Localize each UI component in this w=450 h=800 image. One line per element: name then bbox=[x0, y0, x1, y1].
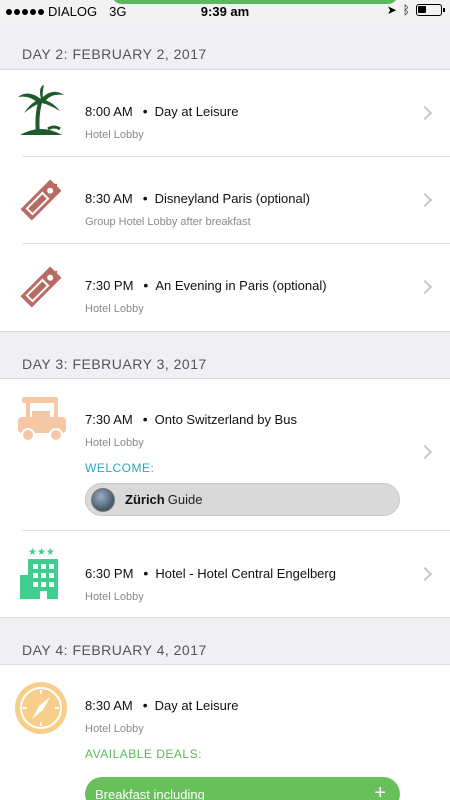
item-title: Onto Switzerland by Bus bbox=[154, 411, 297, 427]
cart-vehicle-icon bbox=[14, 395, 68, 451]
day-header: DAY 2: FEBRUARY 2, 2017 bbox=[0, 22, 450, 70]
itinerary-item[interactable]: ★★★ 6:30 PM • Hotel - Hotel Central Enge… bbox=[0, 531, 450, 617]
item-location: Group Hotel Lobby after breakfast bbox=[85, 216, 251, 228]
hotel-building-icon: ★★★ bbox=[14, 545, 68, 601]
item-title: Day at Leisure bbox=[154, 103, 239, 119]
deal-label: Breakfast including bbox=[95, 786, 205, 800]
bullet: • bbox=[143, 565, 149, 581]
item-time: 8:30 AM bbox=[85, 190, 133, 206]
item-title: An Evening in Paris (optional) bbox=[155, 277, 327, 293]
itinerary-item[interactable]: 8:30 AM • Day at Leisure Hotel Lobby AVA… bbox=[0, 665, 450, 800]
status-time: 9:39 am bbox=[200, 4, 250, 19]
item-location: Hotel Lobby bbox=[85, 129, 144, 141]
svg-text:★★★: ★★★ bbox=[28, 547, 55, 558]
item-time: 8:30 AM bbox=[85, 697, 133, 713]
bullet: • bbox=[142, 411, 148, 427]
plus-icon[interactable]: + bbox=[374, 782, 386, 800]
item-time: 6:30 PM bbox=[85, 565, 134, 581]
price-tag-icon bbox=[14, 260, 68, 316]
day-header: DAY 3: FEBRUARY 3, 2017 bbox=[0, 331, 450, 379]
available-deals-label: AVAILABLE DEALS: bbox=[85, 747, 202, 761]
item-headline: 8:00 AM • Day at Leisure bbox=[85, 103, 450, 119]
item-title: Day at Leisure bbox=[154, 697, 239, 713]
status-right: ➤ ᛒ bbox=[386, 3, 445, 17]
itinerary-item[interactable]: 8:30 AM • Disneyland Paris (optional) Gr… bbox=[0, 157, 450, 244]
battery-icon bbox=[416, 4, 445, 16]
bullet: • bbox=[142, 190, 148, 206]
guide-city-name: Zürich bbox=[125, 492, 165, 507]
item-location: Hotel Lobby bbox=[85, 437, 144, 449]
compass-icon bbox=[14, 681, 68, 737]
item-time: 8:00 AM bbox=[85, 103, 133, 119]
palm-tree-icon bbox=[14, 85, 68, 141]
item-headline: 7:30 AM • Onto Switzerland by Bus bbox=[85, 411, 450, 427]
item-title: Hotel - Hotel Central Engelberg bbox=[155, 565, 336, 581]
guide-avatar bbox=[91, 487, 115, 512]
item-time: 7:30 PM bbox=[85, 277, 134, 293]
item-title: Disneyland Paris (optional) bbox=[154, 190, 310, 206]
status-bar: DIALOG 3G 9:39 am ➤ ᛒ bbox=[0, 0, 450, 22]
bullet: • bbox=[142, 697, 148, 713]
item-location: Hotel Lobby bbox=[85, 723, 144, 735]
item-headline: 8:30 AM • Disneyland Paris (optional) bbox=[85, 190, 450, 206]
item-time: 7:30 AM bbox=[85, 411, 133, 427]
day-header: DAY 4: FEBRUARY 4, 2017 bbox=[0, 617, 450, 665]
welcome-label: WELCOME: bbox=[85, 461, 155, 475]
bullet: • bbox=[142, 103, 148, 119]
item-headline: 7:30 PM • An Evening in Paris (optional) bbox=[85, 277, 450, 293]
city-guide-button[interactable]: Zürich Guide bbox=[85, 483, 400, 516]
item-headline: 6:30 PM • Hotel - Hotel Central Engelber… bbox=[85, 565, 450, 581]
itinerary-item[interactable]: 7:30 PM • An Evening in Paris (optional)… bbox=[0, 244, 450, 331]
item-location: Hotel Lobby bbox=[85, 303, 144, 315]
item-location: Hotel Lobby bbox=[85, 591, 144, 603]
itinerary-list[interactable]: DAY 2: FEBRUARY 2, 2017 8:00 AM • Day at… bbox=[0, 22, 450, 800]
guide-suffix: Guide bbox=[167, 492, 203, 507]
itinerary-item[interactable]: 8:00 AM • Day at Leisure Hotel Lobby bbox=[0, 70, 450, 157]
item-headline: 8:30 AM • Day at Leisure bbox=[85, 697, 450, 713]
breakfast-deal-button[interactable]: Breakfast including + bbox=[85, 777, 400, 800]
itinerary-item[interactable]: 7:30 AM • Onto Switzerland by Bus Hotel … bbox=[0, 379, 450, 531]
location-arrow-icon: ➤ bbox=[386, 3, 397, 17]
bluetooth-icon: ᛒ bbox=[402, 3, 410, 17]
bullet: • bbox=[143, 277, 149, 293]
price-tag-icon bbox=[14, 173, 68, 229]
